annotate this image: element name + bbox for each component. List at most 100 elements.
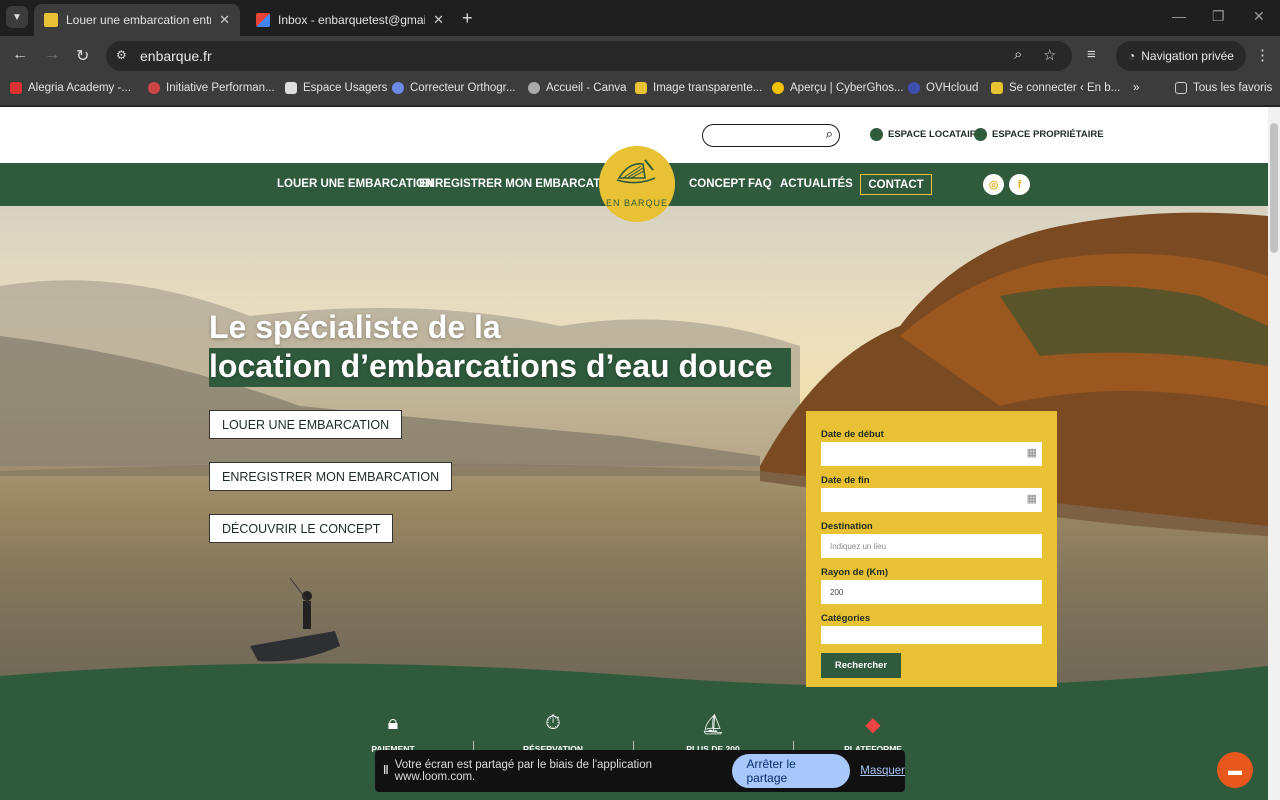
bookmark-label: Accueil - Canva xyxy=(546,82,627,94)
espace-locataire-label: ESPACE LOCATAIRE xyxy=(888,129,984,140)
nav-actualites-link[interactable]: ACTUALITÉS xyxy=(780,178,853,190)
site-info-icon[interactable]: ⚙ xyxy=(116,48,127,62)
facebook-glyph: f xyxy=(1017,178,1022,191)
date-fin-input[interactable]: ▦ xyxy=(821,488,1042,512)
bookmark-label: Initiative Performan... xyxy=(166,82,275,94)
webpage: ⌕ ESPACE LOCATAIRE ESPACE PROPRIÉTAIRE L… xyxy=(0,107,1268,800)
close-tab-icon[interactable]: ✕ xyxy=(219,12,230,28)
tab-enbarque[interactable]: Louer une embarcation entre pa ✕ xyxy=(34,4,240,36)
bookmark-star-icon[interactable]: ☆ xyxy=(1043,46,1056,64)
bookmark-label: Espace Usagers xyxy=(303,82,388,94)
categories-select[interactable] xyxy=(821,626,1042,644)
private-mode-badge[interactable]: ◔ Navigation privée xyxy=(1116,41,1246,71)
bookmark-item[interactable]: Initiative Performan... xyxy=(148,82,275,94)
zoom-icon[interactable]: ⌕ xyxy=(1014,46,1022,63)
espace-proprietaire-label: ESPACE PROPRIÉTAIRE xyxy=(992,129,1104,140)
enbarque-favicon-icon xyxy=(44,13,58,27)
hero-title-line2: location d’embarcations d’eau douce xyxy=(209,348,791,387)
address-bar[interactable]: enbarque.fr xyxy=(106,41,1072,71)
calendar-icon[interactable]: ▦ xyxy=(1027,492,1037,505)
tab-search-button[interactable]: ▼ xyxy=(6,6,28,28)
nav-faq-link[interactable]: FAQ xyxy=(748,178,772,190)
bookmark-item[interactable]: Correcteur Orthogr... xyxy=(392,82,515,94)
url-text: enbarque.fr xyxy=(140,48,212,64)
lock-icon: 🔒︎ xyxy=(387,712,399,734)
feature-plateforme: ◆ PLATEFORME xyxy=(833,712,913,754)
hero-enregistrer-label: ENREGISTRER MON EMBARCATION xyxy=(222,469,440,484)
menu-kebab-icon[interactable]: ⋮ xyxy=(1255,46,1270,64)
tab-gmail[interactable]: Inbox - enbarquetest@gmail.co ✕ xyxy=(246,4,454,36)
search-icon[interactable]: ⌕ xyxy=(826,126,833,142)
hero-title-line1: Le spécialiste de la xyxy=(209,309,501,345)
minimize-icon[interactable]: — xyxy=(1172,8,1186,24)
facebook-icon[interactable]: f xyxy=(1009,174,1030,195)
france-map-icon: ◆ xyxy=(865,714,881,736)
date-debut-input[interactable]: ▦ xyxy=(821,442,1042,466)
maximize-icon[interactable]: ❐ xyxy=(1212,8,1225,25)
site-search-input[interactable]: ⌕ xyxy=(702,124,840,147)
scrollbar-thumb[interactable] xyxy=(1270,123,1278,253)
rechercher-button[interactable]: Rechercher xyxy=(821,653,901,678)
search-form: Date de début ▦ Date de fin ▦ Destinatio… xyxy=(806,411,1057,689)
drag-handle-icon[interactable]: ‖ xyxy=(383,765,389,777)
bookmark-label: OVHcloud xyxy=(926,82,979,94)
bookmark-item[interactable]: Espace Usagers xyxy=(285,82,387,94)
rayon-value: 200 xyxy=(830,587,844,597)
all-bookmarks-label: Tous les favoris xyxy=(1193,82,1273,94)
boat-logo-icon xyxy=(616,159,656,184)
nav-enregistrer-link[interactable]: ENREGISTRER MON EMBARCATION xyxy=(419,178,621,190)
bookmark-label: Aperçu | CyberGhos... xyxy=(790,82,904,94)
stop-sharing-button[interactable]: Arrêter le partage xyxy=(732,754,851,788)
nav-louer-link[interactable]: LOUER UNE EMBARCATION xyxy=(277,178,433,190)
nav-contact-button[interactable]: CONTACT xyxy=(860,174,932,195)
hero-louer-button[interactable]: LOUER UNE EMBARCATION xyxy=(209,410,403,439)
tab-title: Inbox - enbarquetest@gmail.co xyxy=(278,13,425,27)
new-tab-button[interactable]: + xyxy=(462,8,473,29)
espace-locataire-link[interactable]: ESPACE LOCATAIRE xyxy=(870,128,983,141)
contact-label: CONTACT xyxy=(868,178,924,191)
more-bookmarks-icon[interactable]: » xyxy=(1133,82,1139,94)
rayon-label: Rayon de (Km) xyxy=(821,567,889,578)
tab-title: Louer une embarcation entre pa xyxy=(66,13,211,27)
date-fin-label: Date de fin xyxy=(821,475,870,486)
bookmark-item[interactable]: Image transparente... xyxy=(635,82,762,94)
close-window-icon[interactable]: ✕ xyxy=(1253,8,1265,25)
bookmark-item[interactable]: Se connecter ‹ En b... xyxy=(991,82,1120,94)
rayon-input[interactable]: 200 xyxy=(821,580,1042,604)
nav-concept-link[interactable]: CONCEPT xyxy=(689,178,745,190)
hide-share-bar-link[interactable]: Masquer xyxy=(860,765,905,777)
bookmark-label: Se connecter ‹ En b... xyxy=(1009,82,1121,94)
feature-paiement: 🔒︎ PAIEMENT xyxy=(353,712,433,754)
destination-label: Destination xyxy=(821,521,873,532)
close-tab-icon[interactable]: ✕ xyxy=(433,12,444,28)
bookmark-item[interactable]: Accueil - Canva xyxy=(528,82,627,94)
site-logo[interactable]: EN BARQUE xyxy=(599,146,675,222)
incognito-icon: ◔ xyxy=(1128,49,1136,63)
hero-louer-label: LOUER UNE EMBARCATION xyxy=(222,417,390,432)
back-icon[interactable]: ← xyxy=(12,46,28,64)
bookmark-item[interactable]: OVHcloud xyxy=(908,82,978,94)
hero-concept-button[interactable]: DÉCOUVRIR LE CONCEPT xyxy=(209,514,394,543)
screen-share-bar: ‖ Votre écran est partagé par le biais d… xyxy=(375,750,905,792)
espace-proprietaire-link[interactable]: ESPACE PROPRIÉTAIRE xyxy=(974,128,1104,141)
page-scrollbar[interactable] xyxy=(1268,107,1280,800)
instagram-icon[interactable]: ◎ xyxy=(983,174,1004,195)
bookmark-label: Alegria Academy -... xyxy=(28,82,131,94)
boat-icon xyxy=(974,128,987,141)
all-bookmarks-folder[interactable]: Tous les favoris xyxy=(1175,82,1272,94)
destination-placeholder: Indiquez un lieu xyxy=(830,541,887,551)
bookmark-item[interactable]: Alegria Academy -... xyxy=(10,82,131,94)
stop-sharing-label: Arrêter le partage xyxy=(746,757,796,785)
landscape-illustration xyxy=(0,212,1268,700)
hero-enregistrer-button[interactable]: ENREGISTRER MON EMBARCATION xyxy=(209,462,453,491)
destination-input[interactable]: Indiquez un lieu xyxy=(821,534,1042,558)
bookmark-item[interactable]: Aperçu | CyberGhos... xyxy=(772,82,904,94)
media-control-icon[interactable]: ≡ xyxy=(1087,46,1096,63)
calendar-icon[interactable]: ▦ xyxy=(1027,446,1037,459)
logo-text: EN BARQUE xyxy=(605,198,668,208)
bookmark-label: Correcteur Orthogr... xyxy=(410,82,516,94)
forward-icon[interactable]: → xyxy=(44,46,60,64)
chat-bubble-icon[interactable]: ▬ xyxy=(1217,752,1253,788)
reload-icon[interactable]: ↻ xyxy=(76,46,89,66)
categories-label: Catégories xyxy=(821,613,871,624)
